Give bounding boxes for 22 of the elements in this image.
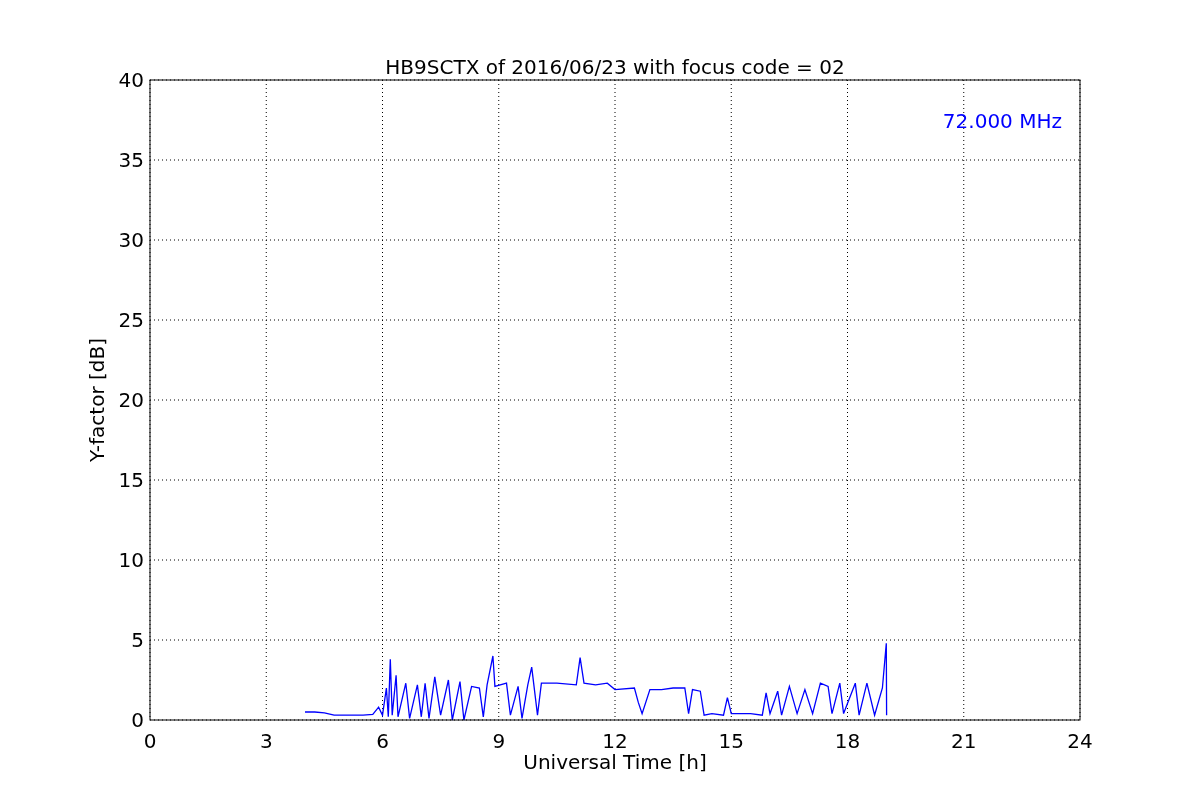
y-tick-label: 10 xyxy=(118,548,144,572)
x-tick-label: 0 xyxy=(143,729,157,753)
x-tick-label: 6 xyxy=(376,729,389,753)
y-tick-label: 20 xyxy=(118,388,144,412)
x-tick-label: 3 xyxy=(259,729,273,753)
y-axis-label: Y-factor [dB] xyxy=(85,338,109,462)
x-tick-label: 24 xyxy=(1067,729,1093,753)
x-tick-label: 21 xyxy=(951,729,977,753)
y-tick-label: 25 xyxy=(118,308,144,332)
x-tick-label: 18 xyxy=(834,729,861,753)
x-axis-label: Universal Time [h] xyxy=(523,750,707,774)
x-tick-label: 9 xyxy=(492,729,506,753)
y-tick-label: 30 xyxy=(118,228,144,252)
y-tick-label: 0 xyxy=(131,708,144,732)
y-tick-label: 35 xyxy=(118,148,144,172)
y-tick-label: 15 xyxy=(118,468,144,492)
y-tick-label: 5 xyxy=(131,628,144,652)
x-tick-label: 15 xyxy=(718,729,744,753)
y-tick-label: 40 xyxy=(118,68,144,92)
chart-title: HB9SCTX of 2016/06/23 with focus code = 02 xyxy=(385,55,845,79)
x-tick-label: 12 xyxy=(602,729,628,753)
frequency-annotation: 72.000 MHz xyxy=(942,109,1062,133)
